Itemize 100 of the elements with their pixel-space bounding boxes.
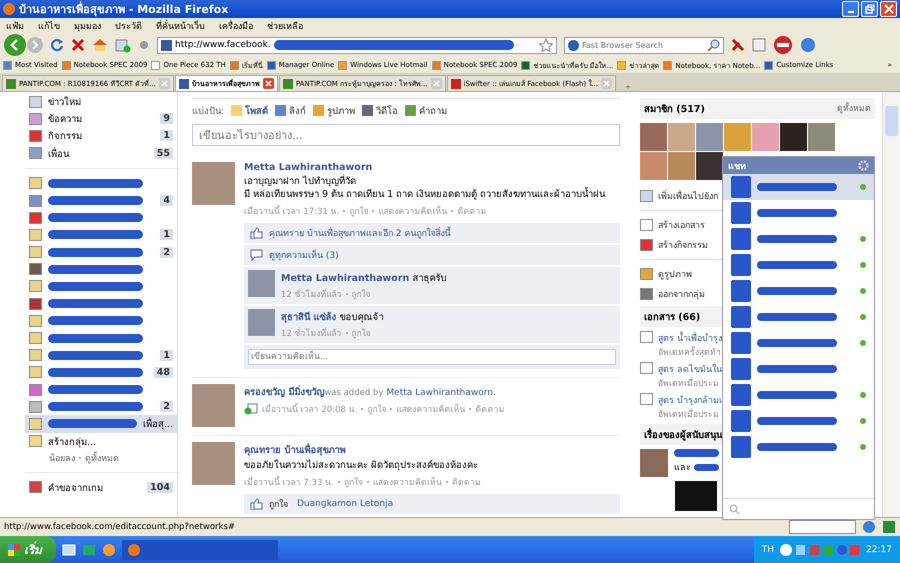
sidebar-item[interactable]: เพื่อน 55 [25, 144, 177, 162]
sponsored-heading: เรื่องของผู้สนับสนุน [644, 427, 722, 442]
view-comments-link[interactable]: ดูทุกความเห็น (3) [269, 248, 339, 262]
group-action-link[interactable]: สร้างเอกสาร [640, 215, 705, 235]
document-link[interactable]: สูตร บำรุงกล้ามเ [658, 393, 722, 407]
status-field[interactable]: เขียนอะไรบางอย่าง... [192, 124, 620, 146]
post-header: คุณทราย บ้านเพื่อสุขภาพ [244, 442, 346, 457]
document-icon [640, 362, 653, 374]
redaction-scribble [694, 464, 719, 470]
post-header: ครองขวัญ มีมิ่งขวัญwas added by Metta Lawhiranthaworn. [244, 384, 497, 399]
menu-item[interactable]: แฟ้ม [6, 18, 24, 32]
photo-placeholder [696, 152, 723, 180]
close-icon [884, 4, 894, 14]
minimize-icon [848, 11, 854, 13]
back-button[interactable] [4, 34, 26, 56]
close-tab-icon[interactable] [262, 78, 274, 89]
share-option[interactable]: รูปภาพ [313, 103, 356, 118]
share-option[interactable]: คำถาม [405, 103, 448, 118]
speech-bubble-icon [250, 249, 263, 261]
menu-item[interactable]: เครื่องมือ [219, 18, 253, 32]
sidebar-link[interactable]: ดูทั้งหมด [85, 450, 119, 465]
thumbs-up-icon [250, 498, 263, 510]
sidebar-item[interactable]: 48 [25, 364, 177, 381]
group-action-link[interactable]: สร้างกิจกรรม [640, 235, 708, 255]
clock: 22:17 [866, 544, 892, 554]
chat-contact[interactable] [723, 174, 874, 200]
comment-text: Metta Lawhiranthaworn สาธุครับ [281, 272, 446, 285]
share-label: แบ่งปัน: [192, 105, 224, 118]
likes-text[interactable]: คุณทราย บ้านเพื่อสุขภาพและอีก 2 คนถูกใจสิ่งนี้ [269, 226, 450, 240]
photo-placeholder [192, 442, 235, 485]
address-field[interactable]: http://www.facebook. [157, 36, 557, 54]
chat-title: แชท [728, 160, 746, 172]
menu-item[interactable]: ที่คั่นหน้าเว็บ [156, 18, 205, 32]
members-heading: สมาชิก (517) [644, 103, 705, 116]
liker-link[interactable]: Duangkamon Letonja [297, 499, 394, 509]
menu-item[interactable]: ช่วยเหลือ [267, 18, 303, 32]
sidebar-item[interactable]: 4 [25, 192, 177, 210]
search-engine-icon[interactable] [568, 40, 579, 50]
add-friends-link[interactable]: เพิ่มเพื่อนไปยังก [640, 186, 718, 206]
sidebar-item[interactable]: ข้อความ 9 [25, 110, 177, 128]
sidebar-item[interactable]: เพื่อสุ... [25, 415, 177, 433]
share-option[interactable]: โพสต์ [231, 103, 268, 118]
photo-placeholder [675, 481, 717, 511]
document-link[interactable]: สูตร น้ำเพื่อบำรุง [658, 331, 722, 345]
settings-icon[interactable] [858, 160, 869, 171]
close-button[interactable] [880, 1, 897, 17]
status-field[interactable] [789, 520, 856, 534]
sidebar-item[interactable]: 1 [25, 346, 177, 364]
document-link[interactable]: สูตร ลดไขมันใน [658, 362, 722, 376]
document-icon [640, 331, 653, 343]
stop-icon[interactable] [71, 38, 85, 52]
star-icon[interactable] [539, 38, 553, 52]
photo-placeholder [724, 123, 751, 151]
photo-placeholder [640, 123, 667, 151]
firefox-icon [3, 3, 15, 15]
restore-button[interactable] [861, 1, 878, 17]
search-icon[interactable] [707, 38, 720, 52]
share-option[interactable]: วิดีโอ [362, 103, 398, 118]
restore-icon [864, 4, 874, 14]
search-bar[interactable]: Fast Browser Search [564, 36, 724, 54]
sidebar-item[interactable]: 1 [25, 226, 177, 244]
sidebar-item[interactable]: 2 [25, 244, 177, 261]
taskbar-button[interactable] [122, 540, 278, 560]
menu-item[interactable]: มุมมอง [74, 18, 101, 32]
comment-field[interactable]: เขียนความคิดเห็น... [248, 349, 616, 365]
photo-placeholder [668, 152, 695, 180]
adblock-icon[interactable] [773, 35, 793, 55]
group-action-link[interactable]: ดูรูปภาพ [640, 264, 692, 284]
add-friend-icon [244, 403, 258, 415]
menu-item[interactable]: แก้ไข [38, 18, 60, 32]
photo-placeholder [640, 449, 668, 477]
reload-icon[interactable] [50, 38, 64, 52]
minimize-button[interactable] [842, 1, 859, 17]
sponsored-text: และ [674, 462, 691, 474]
sidebar-item[interactable]: กิจกรรม 1 [25, 127, 177, 145]
document-date: อัพเดทครั้งสุดท้า [658, 345, 722, 359]
see-all-link[interactable]: ดูทั้งหมด [837, 101, 871, 116]
photo-placeholder [248, 270, 275, 297]
photo-placeholder [752, 123, 779, 151]
window-title: บ้านอาหารเพื่อสุขภาพ - Mozilla Firefox [19, 0, 230, 18]
sidebar-item[interactable]: คำขอจากเกม 104 [25, 478, 177, 496]
scrollbar[interactable] [882, 92, 900, 517]
sidebar-link[interactable]: น้อยลง [49, 450, 75, 465]
sidebar-item[interactable]: 2 [25, 398, 177, 416]
post-time: เมื่อวานนี้ เวลา 20:08 น. [262, 402, 358, 416]
menu-item[interactable]: ประวัติ [115, 18, 142, 32]
desktop-icon[interactable] [62, 542, 76, 556]
photo-placeholder [668, 123, 695, 151]
post-text: ขออภัยในความไม่สะดวกนะคะ ผิดวัตถุประสงค์ของห้องคะ [244, 459, 480, 472]
facebook-icon [161, 40, 172, 50]
comment-text: สุธาสินี แซ่ล้ง ขอบคุณจ้า [281, 310, 384, 324]
sidebar-item[interactable]: ข่าวใหม่ [25, 93, 177, 110]
home-icon[interactable] [92, 38, 108, 52]
share-option[interactable]: ลิงก์ [275, 103, 306, 118]
sidebar-item[interactable]: สร้างกลุ่ม... [25, 432, 177, 450]
document-date: อัพเดทเมื่อประม [658, 376, 720, 390]
photo-placeholder [780, 123, 807, 151]
photo-placeholder [640, 152, 667, 180]
circle-icon[interactable] [800, 37, 816, 53]
group-action-link[interactable]: ออกจากกลุ่ม [640, 284, 705, 304]
